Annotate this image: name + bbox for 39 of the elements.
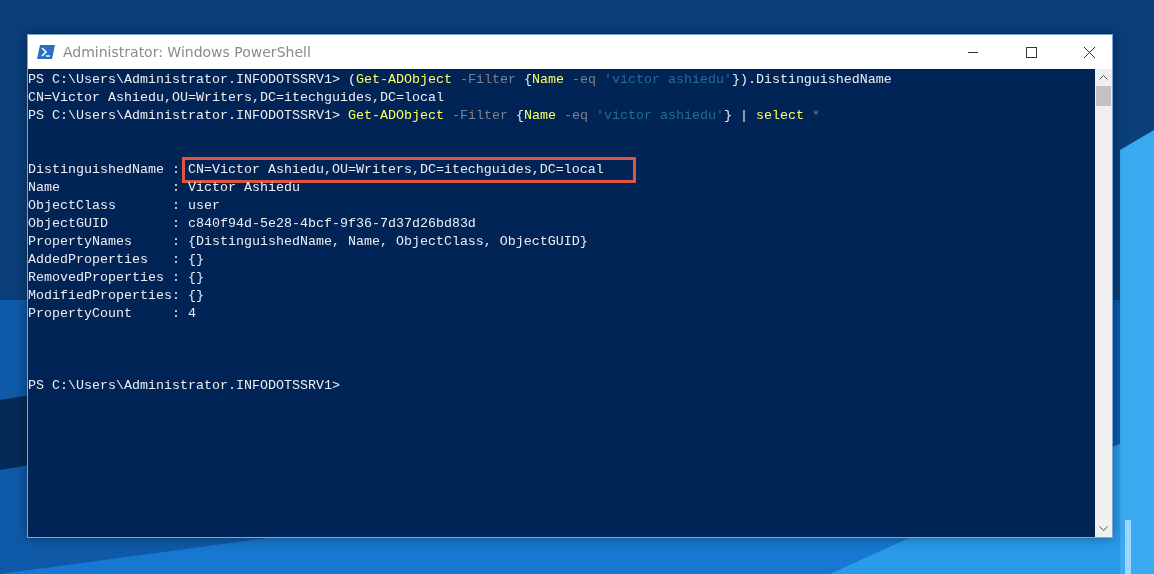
property-value: Victor Ashiedu <box>187 179 300 197</box>
property-value: {} <box>187 287 204 305</box>
property-name: ObjectGUID <box>28 215 109 233</box>
property-separator: : <box>171 287 181 305</box>
property-separator: : <box>171 161 181 179</box>
powershell-icon <box>37 45 55 59</box>
property-name: ObjectClass <box>28 197 117 215</box>
property-separator: : <box>171 215 181 233</box>
window-title: Administrator: Windows PowerShell <box>63 44 311 60</box>
scrollbar[interactable] <box>1095 69 1112 537</box>
property-value: {} <box>187 251 204 269</box>
scroll-thumb[interactable] <box>1096 86 1111 106</box>
property-separator: : <box>171 233 181 251</box>
property-value: user <box>187 197 220 215</box>
property-value: 4 <box>187 305 196 323</box>
maximize-icon <box>1025 46 1037 58</box>
property-separator: : <box>171 179 181 197</box>
chevron-down-icon <box>1099 526 1108 531</box>
property-name: PropertyNames <box>28 233 133 251</box>
output-line: CN=Victor Ashiedu,OU=Writers,DC=itechguides,DC=local <box>28 89 445 107</box>
property-name: PropertyCount <box>28 305 133 323</box>
property-name: Name <box>28 179 61 197</box>
property-name: AddedProperties <box>28 251 149 269</box>
property-value: c840f94d-5e28-4bcf-9f36-7d37d26bd83d <box>187 215 476 233</box>
command-line: PS C:\Users\Administrator.INFODOTSSRV1> (Get-ADObject -Filter {Name -eq 'victor ashiedu'}).DistinguishedName <box>28 71 893 89</box>
property-name: RemovedProperties <box>28 269 165 287</box>
property-separator: : <box>171 197 181 215</box>
property-value: {} <box>187 269 204 287</box>
property-name: ModifiedProperties <box>28 287 172 305</box>
command-line: PS C:\Users\Administrator.INFODOTSSRV1> Get-ADObject -Filter {Name -eq 'victor ashiedu'} | select * <box>28 107 821 125</box>
minimize-icon <box>968 51 978 53</box>
property-separator: : <box>171 251 181 269</box>
property-separator: : <box>171 269 181 287</box>
property-value: {DistinguishedName, Name, ObjectClass, ObjectGUID} <box>187 233 588 251</box>
property-name: DistinguishedName <box>28 161 165 179</box>
prompt-line: PS C:\Users\Administrator.INFODOTSSRV1> <box>28 377 341 395</box>
chevron-up-icon <box>1099 75 1108 80</box>
close-icon <box>1083 46 1095 58</box>
property-separator: : <box>171 305 181 323</box>
